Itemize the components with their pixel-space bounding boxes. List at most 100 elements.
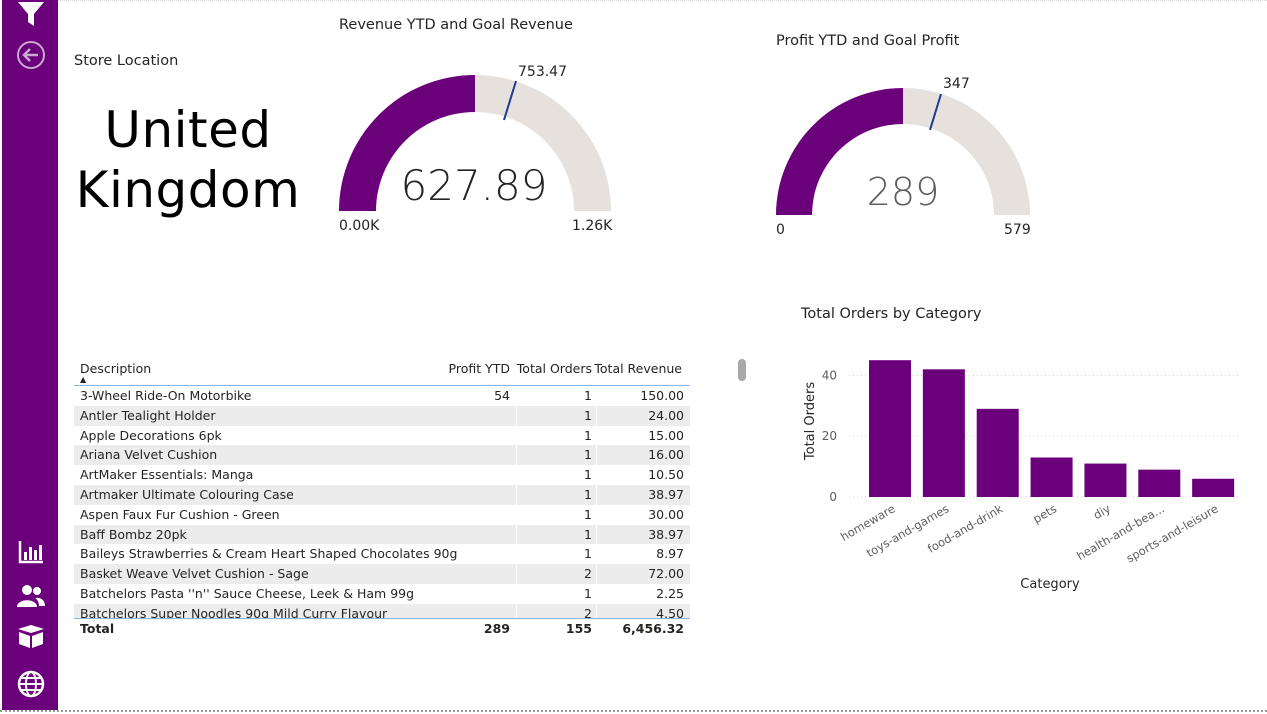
column-separator: [516, 484, 517, 505]
cell-total-orders: 1: [584, 427, 592, 443]
column-separator: [516, 425, 517, 446]
cell-total-revenue: 15.00: [648, 427, 684, 443]
globe-icon[interactable]: [16, 669, 46, 699]
table-scrollbar[interactable]: [738, 359, 746, 381]
table-row[interactable]: Aspen Faux Fur Cushion - Green 1 30.00: [74, 504, 690, 525]
bar-healthandbea[interactable]: [1138, 469, 1181, 497]
cell-total-orders: 1: [584, 546, 592, 562]
table-body[interactable]: 3-Wheel Ride-On Motorbike 54 1 150.00 Antler…: [74, 386, 690, 618]
cell-description: Artmaker Ultimate Colouring Case: [80, 486, 294, 502]
table-row[interactable]: 3-Wheel Ride-On Motorbike 54 1 150.00: [74, 386, 690, 406]
table-row[interactable]: Batchelors Super Noodles 90g Mild Curry …: [74, 603, 690, 618]
cell-total-revenue: 2.25: [656, 585, 684, 601]
column-separator: [516, 524, 517, 545]
table-row[interactable]: Basket Weave Velvet Cushion - Sage 2 72.00: [74, 564, 690, 584]
cell-description: Baff Bombz 20pk: [80, 526, 187, 542]
cell-description: Batchelors Pasta ''n'' Sauce Cheese, Lee…: [80, 585, 415, 601]
users-icon[interactable]: [16, 581, 46, 611]
x-tick-label: pets: [1031, 501, 1060, 526]
bar-chart-icon[interactable]: [16, 537, 46, 567]
cell-total-revenue: 38.97: [648, 526, 684, 542]
profit-gauge-target-label: 347: [943, 76, 970, 92]
orders-by-category-chart[interactable]: 02040homewaretoys-and-gamesfood-and-drin…: [795, 335, 1245, 600]
bar-foodanddrink[interactable]: [976, 408, 1019, 497]
cell-total-revenue: 38.97: [648, 486, 684, 502]
column-separator: [596, 445, 597, 466]
cell-total-orders: 1: [584, 526, 592, 542]
box-icon[interactable]: [16, 621, 46, 651]
revenue-gauge-target-label: 753.47: [518, 64, 567, 80]
store-location-value: United Kingdom: [62, 100, 314, 220]
profit-gauge-max: 579: [1004, 222, 1031, 238]
bar-pets[interactable]: [1030, 457, 1073, 497]
y-tick-label: 0: [829, 490, 837, 504]
store-location-line1: United: [104, 101, 272, 159]
cell-total-orders: 1: [584, 407, 592, 423]
total-revenue: 6,456.32: [622, 621, 684, 636]
revenue-gauge-value: 627.89: [400, 161, 548, 210]
store-location-label: Store Location: [74, 53, 179, 69]
table-row[interactable]: Ariana Velvet Cushion 1 16.00: [74, 445, 690, 466]
table-row[interactable]: Antler Tealight Holder 1 24.00: [74, 405, 690, 426]
cell-description: Antler Tealight Holder: [80, 407, 216, 423]
cell-total-revenue: 4.50: [656, 605, 684, 618]
bar-diy[interactable]: [1084, 463, 1127, 497]
cell-description: Aspen Faux Fur Cushion - Green: [80, 506, 280, 522]
column-separator: [516, 583, 517, 604]
column-header-profit-ytd[interactable]: Profit YTD: [449, 361, 510, 376]
cell-total-orders: 1: [584, 467, 592, 483]
filter-icon[interactable]: [16, 0, 46, 30]
table-row[interactable]: Apple Decorations 6pk 1 15.00: [74, 425, 690, 446]
total-label: Total: [80, 621, 115, 636]
column-separator: [596, 544, 597, 565]
column-separator: [516, 386, 517, 406]
cell-total-revenue: 16.00: [648, 447, 684, 463]
y-tick-label: 20: [822, 429, 837, 443]
cell-total-orders: 1: [584, 506, 592, 522]
table-total-row: Total 289 155 6,456.32: [74, 618, 690, 639]
profit-gauge-title: Profit YTD and Goal Profit: [776, 33, 960, 49]
cell-profit-ytd: 54: [494, 388, 510, 403]
column-separator: [596, 465, 597, 485]
column-separator: [596, 484, 597, 505]
total-orders: 155: [565, 621, 592, 636]
back-arrow-icon[interactable]: [16, 40, 46, 70]
column-separator: [596, 405, 597, 426]
bar-homeware[interactable]: [869, 360, 912, 497]
table-row[interactable]: Batchelors Pasta ''n'' Sauce Cheese, Lee…: [74, 583, 690, 604]
column-separator: [596, 425, 597, 446]
column-separator: [596, 603, 597, 618]
column-header-description[interactable]: Description: [80, 361, 151, 376]
table-row[interactable]: ArtMaker Essentials: Manga 1 10.50: [74, 465, 690, 485]
revenue-gauge-title: Revenue YTD and Goal Revenue: [339, 17, 573, 33]
sort-ascending-icon[interactable]: ▲: [80, 375, 86, 384]
profit-gauge-min: 0: [776, 222, 785, 238]
table-row[interactable]: Baileys Strawberries & Cream Heart Shape…: [74, 544, 690, 565]
column-separator: [596, 386, 597, 406]
product-table: Description ▲ Profit YTD Total Orders To…: [74, 355, 690, 639]
bar-toysandgames[interactable]: [922, 369, 965, 497]
column-separator: [516, 405, 517, 426]
column-separator: [596, 564, 597, 584]
column-separator: [516, 445, 517, 466]
column-separator: [516, 564, 517, 584]
cell-description: Apple Decorations 6pk: [80, 427, 222, 443]
cell-total-orders: 1: [584, 388, 592, 403]
column-separator: [596, 524, 597, 545]
column-separator: [516, 544, 517, 565]
revenue-gauge-min: 0.00K: [339, 218, 380, 234]
revenue-gauge-max: 1.26K: [572, 218, 613, 234]
table-row[interactable]: Artmaker Ultimate Colouring Case 1 38.97: [74, 484, 690, 505]
x-tick-label: sports-and-leisure: [1124, 501, 1221, 565]
cell-total-orders: 1: [584, 486, 592, 502]
bar-sportsandleisure[interactable]: [1192, 478, 1235, 497]
y-tick-label: 40: [822, 368, 837, 382]
store-location-line2: Kingdom: [75, 161, 301, 219]
cell-total-orders: 2: [584, 605, 592, 618]
column-header-total-orders[interactable]: Total Orders: [517, 361, 592, 376]
cell-description: Basket Weave Velvet Cushion - Sage: [80, 566, 309, 582]
table-header: Description ▲ Profit YTD Total Orders To…: [74, 355, 690, 386]
column-header-total-revenue[interactable]: Total Revenue: [594, 361, 682, 376]
column-separator: [516, 504, 517, 525]
table-row[interactable]: Baff Bombz 20pk 1 38.97: [74, 524, 690, 545]
